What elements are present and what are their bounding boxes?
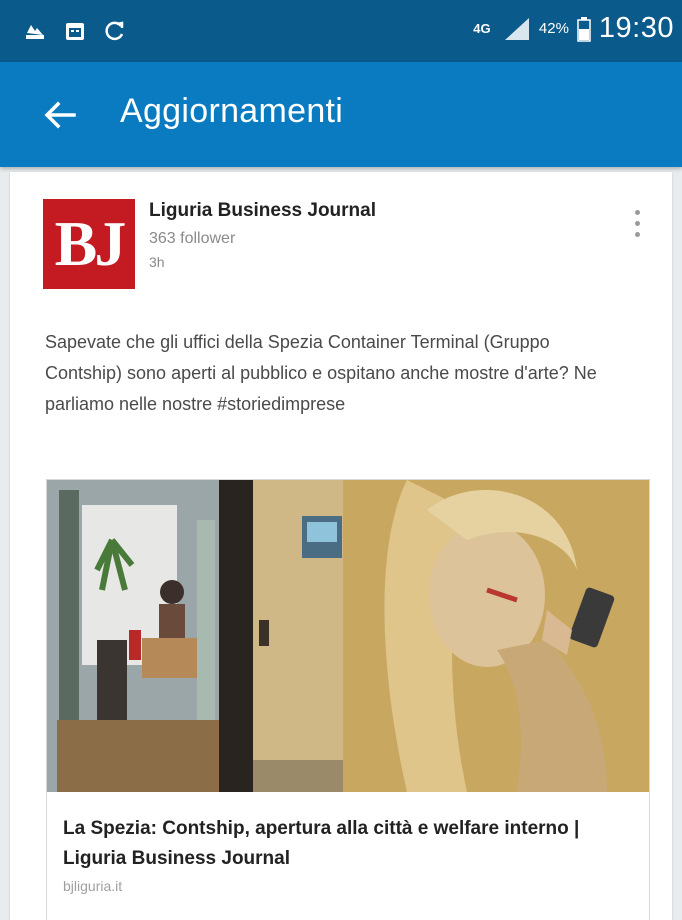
notification-app-icon [22,18,48,44]
sync-icon [102,18,128,44]
status-bar: 4G 42% 19:30 [0,0,682,62]
page-title: Aggiornamenti [120,92,344,130]
article-source: bjliguria.it [63,878,123,894]
clock: 19:30 [598,12,674,44]
calendar-icon [62,18,88,44]
company-logo[interactable]: BJ [43,199,135,289]
network-type: 4G [473,20,491,36]
post-timestamp: 3h [149,254,165,270]
status-icons-left [22,18,128,44]
post-author: Liguria Business Journal 363 follower 3h [149,200,376,270]
battery-icon [577,16,591,42]
signal-icon [503,16,531,42]
post-text: Sapevate che gli uffici della Spezia Con… [45,332,597,414]
article-caption: La Spezia: Contship, apertura alla città… [47,792,649,894]
article-title[interactable]: La Spezia: Contship, apertura alla città… [63,814,633,874]
article-preview[interactable]: La Spezia: Contship, apertura alla città… [46,479,650,920]
article-image[interactable] [47,480,649,792]
more-options-icon[interactable] [632,210,642,244]
author-name[interactable]: Liguria Business Journal [149,200,376,222]
battery-percent: 42% [538,20,569,37]
status-icons-right: 4G 42% 19:30 [469,12,674,45]
feed-post-card[interactable]: BJ Liguria Business Journal 363 follower… [10,172,672,920]
app-bar: Aggiornamenti [0,62,682,167]
follower-count: 363 follower [149,230,236,247]
back-arrow-icon[interactable] [40,95,80,135]
